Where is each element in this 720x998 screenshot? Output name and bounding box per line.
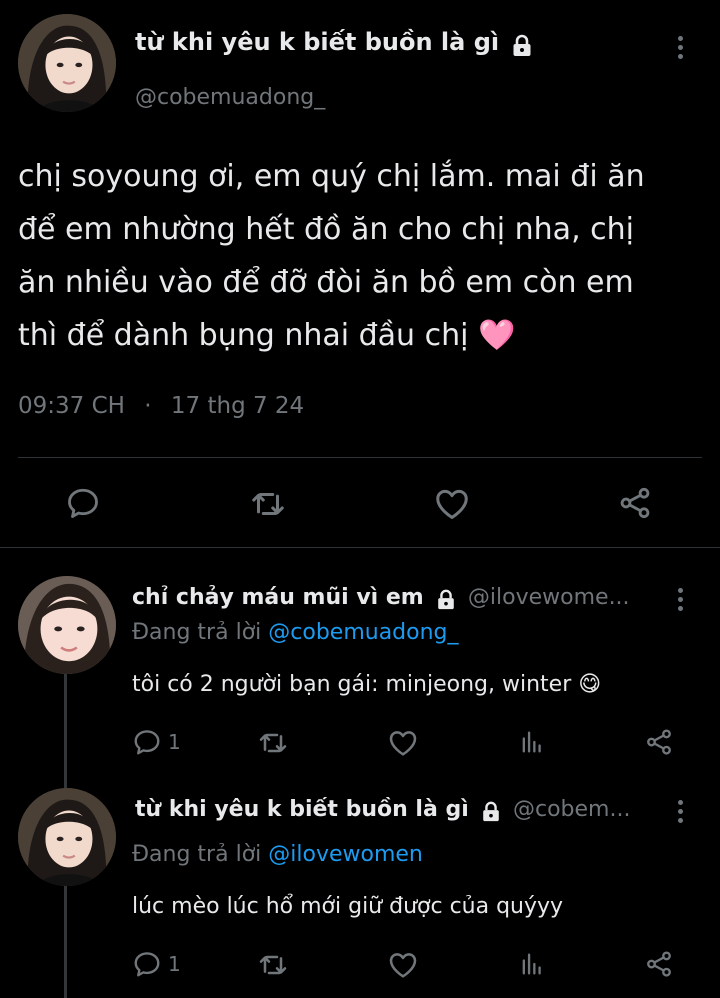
avatar[interactable] bbox=[18, 576, 116, 674]
date: 17 thg 7 24 bbox=[170, 393, 305, 419]
replying-to: Đang trả lời @cobemuadong_ bbox=[132, 620, 459, 645]
replying-label: Đang trả lời bbox=[132, 620, 262, 645]
lock-icon bbox=[480, 800, 502, 824]
reply-icon[interactable]: 1 bbox=[132, 727, 181, 757]
timestamp[interactable]: 09:37 CH · 17 thg 7 24 bbox=[18, 393, 304, 419]
handle[interactable]: @ilovewome... bbox=[468, 585, 630, 610]
replying-handle-link[interactable]: @cobemuadong_ bbox=[268, 620, 458, 645]
like-icon[interactable] bbox=[387, 949, 419, 981]
author-row: từ khi yêu k biết buồn là gì @cobem... bbox=[135, 797, 665, 824]
like-icon[interactable] bbox=[387, 727, 419, 759]
display-name[interactable]: chỉ chảy máu mũi vì em bbox=[132, 585, 424, 610]
avatar[interactable] bbox=[18, 14, 116, 112]
share-icon[interactable] bbox=[644, 949, 674, 979]
display-name[interactable]: từ khi yêu k biết buồn là gì bbox=[135, 797, 469, 822]
reply-icon[interactable]: 1 bbox=[132, 949, 181, 979]
tweet-text-line: thì để dành bụng nhai đầu chị 🩷 bbox=[18, 318, 516, 353]
reply-text: lúc mèo lúc hổ mới giữ được của quýyy bbox=[132, 894, 564, 919]
display-name[interactable]: từ khi yêu k biết buồn là gì bbox=[135, 28, 499, 56]
retweet-icon[interactable] bbox=[249, 485, 287, 523]
retweet-icon[interactable] bbox=[257, 727, 289, 759]
divider bbox=[0, 547, 720, 548]
more-icon[interactable] bbox=[676, 588, 684, 615]
handle[interactable]: @cobem... bbox=[513, 797, 630, 822]
views-icon[interactable] bbox=[518, 727, 546, 757]
retweet-icon[interactable] bbox=[257, 949, 289, 981]
pink-heart-emoji: 🩷 bbox=[477, 318, 516, 353]
dot-separator: · bbox=[144, 393, 152, 419]
handle[interactable]: @cobemuadong_ bbox=[135, 85, 325, 110]
tweet-text: chị soyoung ơi, em quý chị lắm. mai đi ă… bbox=[18, 150, 708, 362]
share-icon[interactable] bbox=[617, 485, 653, 521]
more-icon[interactable] bbox=[676, 36, 684, 63]
avatar[interactable] bbox=[18, 788, 116, 886]
reply-count: 1 bbox=[168, 730, 181, 754]
yum-emoji: 😋 bbox=[578, 672, 602, 697]
reply-count: 1 bbox=[168, 952, 181, 976]
reply-text: tôi có 2 người bạn gái: minjeong, winter… bbox=[132, 672, 602, 697]
time: 09:37 CH bbox=[18, 393, 125, 419]
replying-to: Đang trả lời @ilovewomen bbox=[132, 842, 423, 867]
like-icon[interactable] bbox=[433, 485, 471, 523]
more-icon[interactable] bbox=[676, 800, 684, 827]
tweet-text-line: ăn nhiều vào để đỡ đòi ăn bồ em còn em bbox=[18, 265, 634, 300]
lock-icon bbox=[435, 588, 457, 612]
divider bbox=[18, 457, 702, 458]
replying-handle-link[interactable]: @ilovewomen bbox=[268, 842, 423, 867]
views-icon[interactable] bbox=[518, 949, 546, 979]
replying-label: Đang trả lời bbox=[132, 842, 262, 867]
tweet-text-line: để em nhường hết đồ ăn cho chị nha, chị bbox=[18, 212, 634, 247]
share-icon[interactable] bbox=[644, 727, 674, 757]
reply-icon[interactable] bbox=[65, 485, 101, 521]
tweet-text-line: chị soyoung ơi, em quý chị lắm. mai đi ă… bbox=[18, 159, 645, 194]
author-row: từ khi yêu k biết buồn là gì bbox=[135, 28, 534, 59]
lock-icon bbox=[510, 33, 534, 59]
author-row: chỉ chảy máu mũi vì em @ilovewome... bbox=[132, 585, 672, 612]
